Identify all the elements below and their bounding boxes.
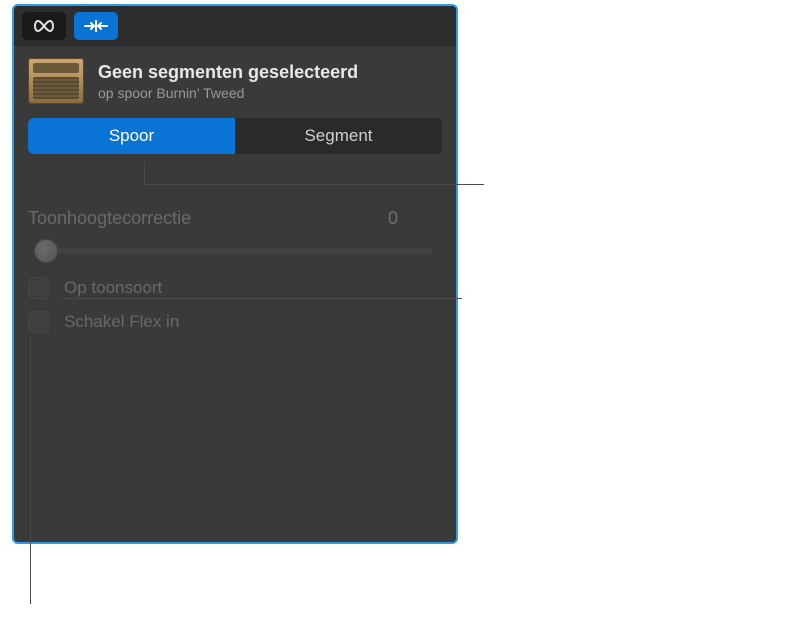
enable-flex-checkbox[interactable] [28,311,50,333]
pitch-correction-row: Toonhoogtecorrectie 0 [28,208,442,229]
slider-thumb[interactable] [34,239,58,263]
header-subtitle: op spoor Burnin' Tweed [98,85,442,101]
enable-flex-row: Schakel Flex in [28,311,442,333]
header-text: Geen segmenten geselecteerd op spoor Bur… [98,62,442,101]
infinity-icon [32,18,56,34]
slider-track [38,249,432,254]
track-segment-tabs: Spoor Segment [28,118,442,154]
pitch-correction-slider[interactable] [28,239,442,263]
join-toggle-button[interactable] [74,12,118,40]
tab-segment[interactable]: Segment [235,118,442,154]
limit-to-key-checkbox[interactable] [28,277,50,299]
callout-line [144,184,484,185]
join-arrows-icon [83,18,109,34]
limit-to-key-label: Op toonsoort [64,278,162,298]
pitch-correction-label: Toonhoogtecorrectie [28,208,191,229]
pitch-correction-value: 0 [388,208,442,229]
panel-header: Geen segmenten geselecteerd op spoor Bur… [14,46,456,112]
loop-toggle-button[interactable] [22,12,66,40]
toolbar [14,6,456,46]
callout-line [144,162,145,184]
limit-to-key-row: Op toonsoort [28,277,442,299]
enable-flex-label: Schakel Flex in [64,312,179,332]
tab-track[interactable]: Spoor [28,118,235,154]
header-title: Geen segmenten geselecteerd [98,62,442,83]
callout-line [30,336,31,604]
callout-line [62,298,462,299]
editor-panel: Geen segmenten geselecteerd op spoor Bur… [12,4,458,544]
amp-icon [28,58,84,104]
